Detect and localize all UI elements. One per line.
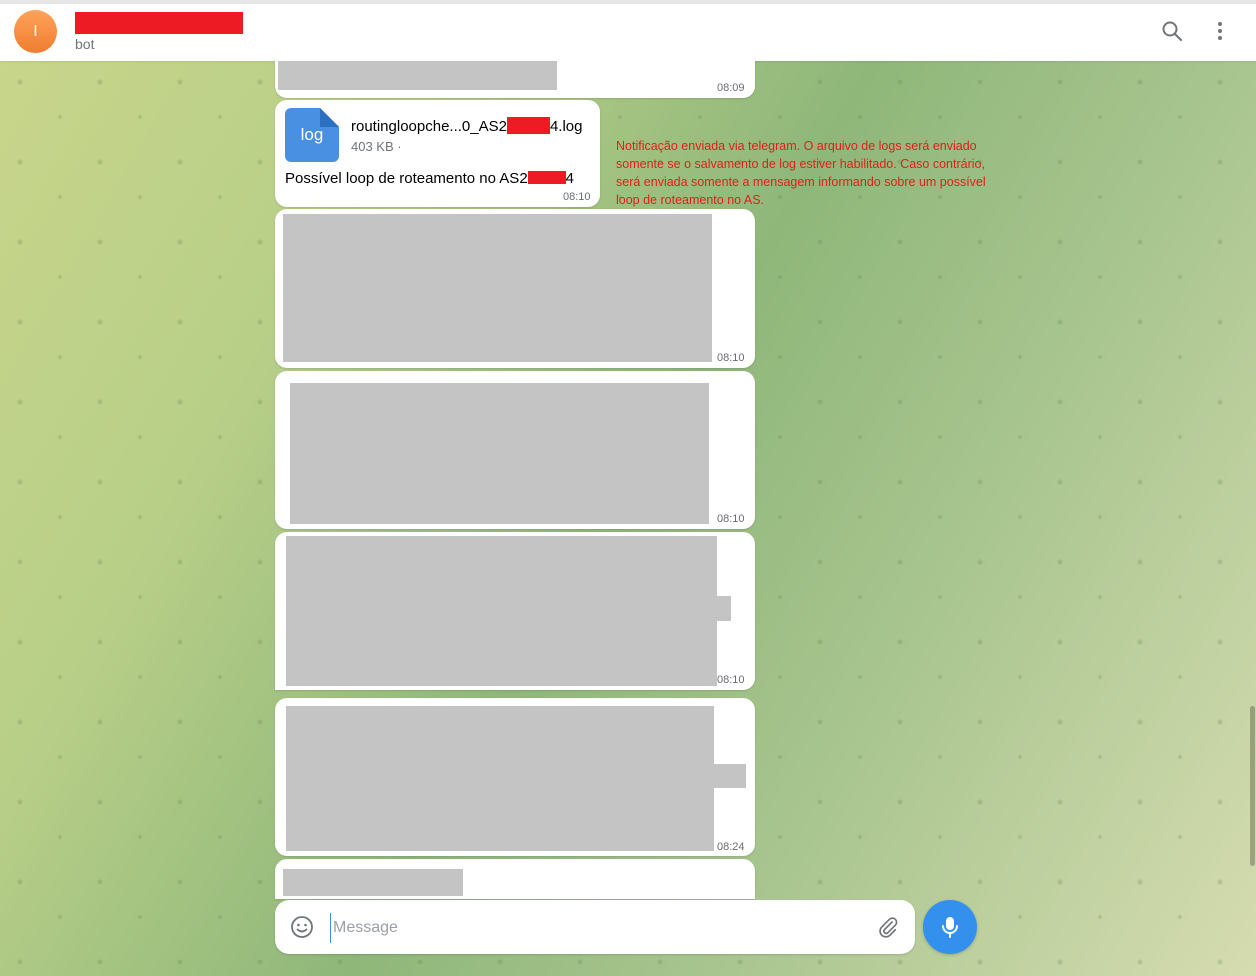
file-size: 403 KB · xyxy=(351,139,402,154)
message-text: Possível loop de roteamento no AS2 4 xyxy=(285,170,575,187)
redacted-content xyxy=(714,764,746,788)
redacted-content xyxy=(283,869,463,896)
redacted-content xyxy=(286,536,717,686)
message-input[interactable] xyxy=(330,913,855,943)
attach-icon[interactable] xyxy=(874,913,902,941)
message-time: 08:09 xyxy=(717,82,745,94)
microphone-button[interactable] xyxy=(923,900,977,954)
chat-subtitle: bot xyxy=(75,36,95,52)
annotation-note: Notificação enviada via telegram. O arqu… xyxy=(616,139,986,207)
microphone-icon xyxy=(942,917,958,938)
emoji-icon[interactable] xyxy=(288,913,316,941)
chat-title-redacted xyxy=(75,12,243,34)
more-options-icon[interactable] xyxy=(1206,17,1234,45)
message-time: 08:10 xyxy=(717,674,745,686)
message-time: 08:10 xyxy=(717,513,745,525)
file-icon-label: log xyxy=(300,125,324,144)
redacted-content xyxy=(286,706,714,851)
file-name[interactable]: routingloopche...0_AS2 4.log xyxy=(351,117,582,135)
redacted-content xyxy=(290,383,709,524)
avatar[interactable]: I xyxy=(14,10,57,53)
redacted-content xyxy=(278,61,557,90)
redacted-content xyxy=(717,596,731,621)
scrollbar[interactable] xyxy=(1250,706,1255,866)
message-time: 08:24 xyxy=(717,841,745,853)
message-time: 08:10 xyxy=(563,191,591,203)
message-time: 08:10 xyxy=(717,352,745,364)
search-icon[interactable] xyxy=(1158,17,1186,45)
redacted-content xyxy=(283,214,712,362)
